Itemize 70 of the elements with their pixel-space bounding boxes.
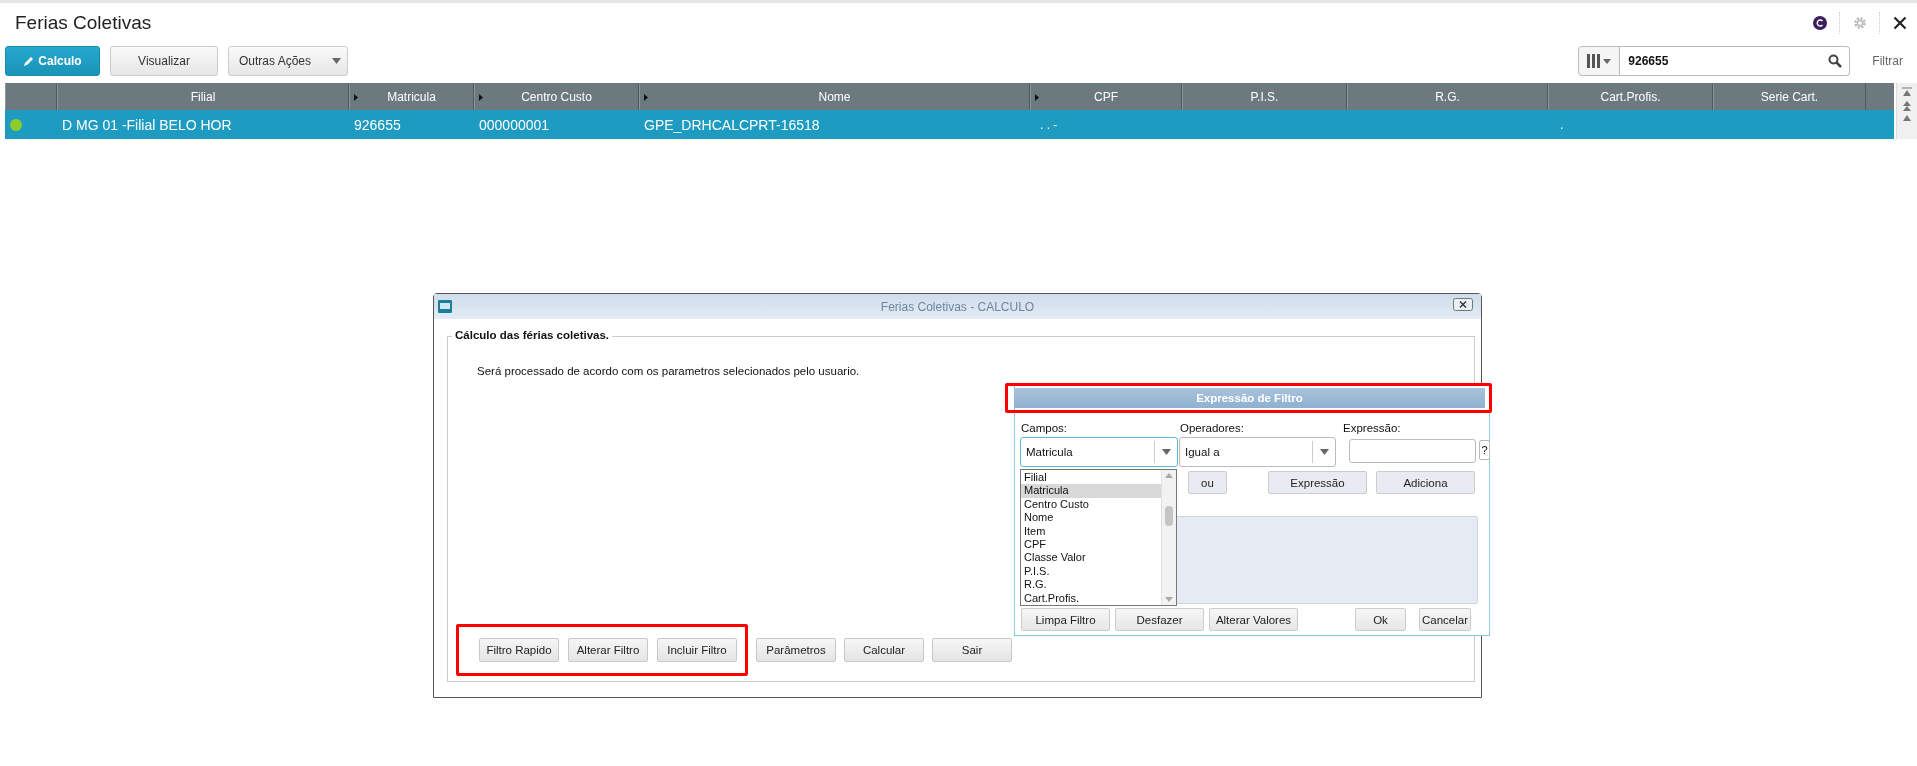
column-toggle[interactable]	[1578, 46, 1621, 76]
caret-icon	[1161, 449, 1171, 455]
expression-field[interactable]	[1349, 439, 1476, 463]
field-label: Operadores:	[1180, 422, 1244, 434]
page-up-icon[interactable]	[1902, 101, 1912, 111]
filter-button[interactable]: Limpa Filtro	[1021, 608, 1110, 631]
caret-icon	[1603, 58, 1612, 64]
filter-button[interactable]: Adiciona	[1376, 471, 1475, 494]
dropdown-option[interactable]: R.G.	[1021, 578, 1161, 592]
scroll-down-icon[interactable]	[1165, 597, 1173, 602]
sort-indicator-icon	[644, 94, 648, 101]
table-cell-text: GPE_DRHCALCPRT-16518	[643, 115, 821, 135]
pencil-icon	[23, 55, 35, 67]
sort-indicator-icon	[1035, 94, 1039, 101]
scrollbar[interactable]	[1896, 83, 1917, 139]
help-button[interactable]: ?	[1479, 440, 1490, 460]
dialog-button[interactable]: Alterar Filtro	[568, 638, 648, 662]
table-cell-text: .	[1559, 116, 1565, 134]
dropdown-option[interactable]: Matricula	[1021, 484, 1161, 498]
scroll-up-icon[interactable]	[1165, 473, 1173, 478]
field-label: Campos:	[1021, 422, 1068, 434]
menu-button[interactable]: Outras Ações	[228, 46, 348, 76]
sort-indicator-icon	[479, 94, 483, 101]
dialog-button[interactable]: Parâmetros	[756, 638, 836, 662]
dropdown-option[interactable]: Filial	[1021, 471, 1161, 485]
filter-button[interactable]: Cancelar	[1419, 608, 1471, 631]
dialog-button[interactable]: Filtro Rapido	[479, 638, 559, 662]
dropdown-field[interactable]: Igual a	[1179, 437, 1336, 467]
close-icon[interactable]	[1453, 298, 1473, 311]
page-title: Ferias Coletivas	[15, 12, 153, 34]
user-avatar-icon[interactable]	[1813, 16, 1827, 30]
group-title: Cálculo das férias coletivas.	[452, 329, 613, 341]
scroll-top-icon[interactable]	[1902, 87, 1912, 97]
dropdown-field[interactable]: Matricula	[1020, 437, 1178, 467]
sort-indicator-icon	[354, 94, 358, 101]
search-field[interactable]: 926655	[1620, 46, 1851, 76]
scrollbar-thumb[interactable]	[1165, 505, 1173, 526]
filter-button[interactable]: Expressão	[1268, 471, 1367, 494]
filter-button[interactable]: Alterar Valores	[1209, 608, 1298, 631]
close-icon[interactable]	[1893, 16, 1907, 30]
table-cell-text: 926655	[353, 115, 402, 135]
filter-button[interactable]: Ok	[1355, 608, 1406, 631]
dialog-title-bar: Expressão de Filtro	[1014, 388, 1485, 408]
field-label: Expressão:	[1343, 422, 1401, 434]
dialog-button[interactable]: Incluir Filtro	[657, 638, 737, 662]
caret-icon	[1319, 449, 1329, 455]
columns-icon	[1587, 54, 1601, 68]
dropdown-list[interactable]: Filial Matricula Centro Custo Nome Item CPF Classe Valor P.I.S. R.G. Cart.Profis.	[1020, 469, 1177, 606]
dropdown-option[interactable]: CPF	[1021, 537, 1161, 552]
table-cell-text: D MG 01 -Filial BELO HOR	[61, 115, 233, 135]
table-cell-text: 000000001	[478, 115, 551, 135]
toolbar-button[interactable]: Visualizar	[110, 46, 218, 76]
caret-icon	[332, 58, 341, 64]
dialog-button[interactable]: Sair	[932, 638, 1012, 662]
scrollbar[interactable]	[1161, 470, 1176, 605]
dropdown-option[interactable]: Classe Valor	[1021, 551, 1161, 565]
filter-button[interactable]: ou	[1188, 471, 1227, 494]
table-cell-text: . . -	[1039, 116, 1059, 134]
dropdown-option[interactable]: Centro Custo	[1021, 497, 1161, 512]
dropdown-option[interactable]: Item	[1021, 524, 1161, 538]
filter-link[interactable]: Filtrar	[1872, 54, 1903, 68]
scroll-up-icon[interactable]	[1902, 115, 1912, 121]
filter-button[interactable]: Desfazer	[1115, 608, 1204, 631]
dropdown-option[interactable]: P.I.S.	[1021, 564, 1161, 579]
dialog-button[interactable]: Calcular	[844, 638, 924, 662]
window-icon	[438, 300, 452, 313]
dropdown-option[interactable]: Nome	[1021, 511, 1161, 525]
dropdown-option[interactable]: Cart.Profis.	[1021, 591, 1161, 605]
message-text: Será processado de acordo com os parametros selecionados pelo usuario.	[477, 365, 860, 377]
dialog-title: Ferias Coletivas - CALCULO	[880, 300, 1035, 314]
